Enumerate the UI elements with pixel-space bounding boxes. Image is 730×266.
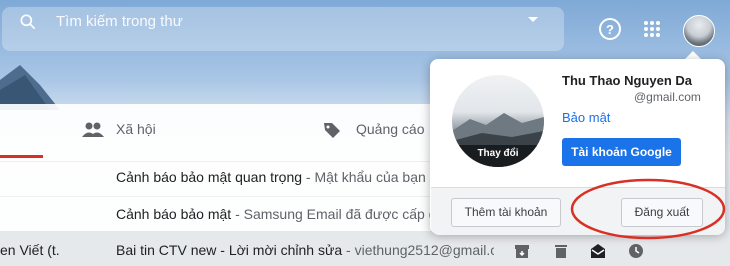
- change-photo-label[interactable]: Thay đổi: [452, 145, 544, 167]
- email-snippet: - Samsung Email đã được cấp qu: [231, 206, 430, 222]
- tag-icon[interactable]: [322, 120, 342, 140]
- account-name: Thu Thao Nguyen Da: [562, 73, 692, 88]
- search-options-icon[interactable]: [528, 17, 538, 22]
- apps-grid-icon[interactable]: [643, 20, 661, 38]
- account-photo[interactable]: Thay đổi: [452, 75, 544, 167]
- tab-social[interactable]: Xã hội: [116, 121, 156, 137]
- active-tab-indicator: [0, 155, 43, 158]
- privacy-link[interactable]: Bảo mật: [562, 110, 610, 125]
- search-icon[interactable]: [18, 12, 38, 32]
- search-input[interactable]: Tìm kiếm trong thư: [56, 13, 183, 30]
- add-account-button[interactable]: Thêm tài khoản: [451, 198, 561, 227]
- email-subject: Cảnh báo bảo mật: [116, 206, 232, 222]
- help-icon[interactable]: ?: [598, 17, 622, 41]
- email-snippet: - viethung2512@gmail.c: [342, 242, 494, 258]
- email-row-1[interactable]: Cảnh báo bảo mật quan trọng - Mật khẩu c…: [116, 169, 430, 185]
- delete-icon[interactable]: [553, 243, 569, 259]
- email-sender: en Viết (t.: [0, 242, 60, 258]
- google-account-button[interactable]: Tài khoản Google: [562, 138, 681, 166]
- popup-pointer: [685, 51, 701, 59]
- tab-promotions[interactable]: Quảng cáo: [356, 121, 425, 137]
- highlight-ellipse: [570, 178, 726, 240]
- snooze-icon[interactable]: [628, 243, 644, 259]
- people-icon[interactable]: [82, 121, 104, 137]
- email-row-2[interactable]: Cảnh báo bảo mật - Samsung Email đã được…: [116, 206, 430, 222]
- account-avatar[interactable]: [683, 15, 715, 47]
- email-snippet: - Mật khẩu của bạn đ: [302, 169, 430, 185]
- email-row-3[interactable]: Bai tin CTV new - Lời mời chỉnh sửa - vi…: [116, 242, 494, 258]
- svg-text:?: ?: [606, 22, 614, 37]
- email-subject: Bai tin CTV new - Lời mời chỉnh sửa: [116, 242, 343, 258]
- background-mountain: [0, 65, 60, 110]
- mark-read-icon[interactable]: [590, 243, 606, 259]
- archive-icon[interactable]: [514, 243, 530, 259]
- email-subject: Cảnh báo bảo mật quan trọng: [116, 169, 303, 185]
- account-email: @gmail.com: [634, 90, 701, 104]
